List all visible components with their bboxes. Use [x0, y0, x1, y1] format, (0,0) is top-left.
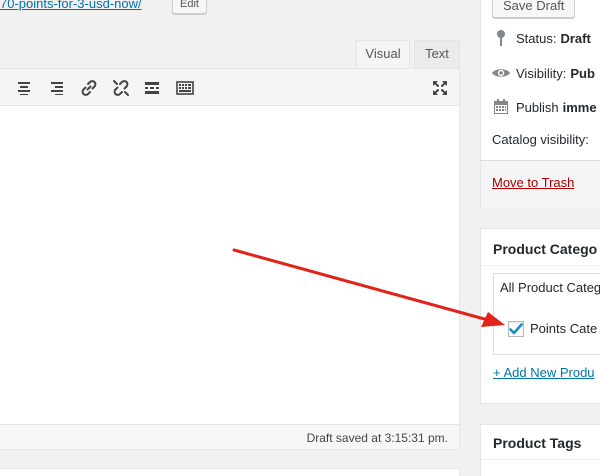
save-draft-button[interactable]: Save Draft [492, 0, 576, 18]
checkmark-icon [509, 323, 523, 335]
visibility-row: Visibility: Pub [491, 63, 595, 83]
move-to-trash-link[interactable]: Move to Trash [492, 175, 574, 190]
publish-value: imme [562, 99, 597, 115]
status-value: Draft [560, 30, 591, 46]
eye-icon [491, 64, 511, 82]
toolbar-toggle-icon[interactable] [175, 78, 195, 98]
publish-box: Save Draft Status: Draft Visibility: Pub… [480, 0, 600, 208]
product-categories-title[interactable]: Product Catego [493, 241, 597, 257]
product-categories-box: Product Catego All Product Categ Points … [480, 228, 600, 404]
tab-text[interactable]: Text [414, 40, 460, 68]
publish-label: Publish [516, 99, 559, 115]
tab-visual[interactable]: Visual [356, 40, 410, 68]
link-icon[interactable] [79, 78, 99, 98]
visibility-label: Visibility: [516, 65, 567, 81]
add-new-category-link[interactable]: + Add New Produ [493, 365, 595, 380]
tab-all-categories[interactable]: All Product Categ [500, 280, 600, 295]
publish-date-row: Publish imme [491, 97, 597, 117]
status-row: Status: Draft [491, 28, 591, 48]
next-metabox [0, 468, 460, 476]
category-item-label[interactable]: Points Cate [530, 321, 597, 336]
unlink-icon[interactable] [111, 78, 131, 98]
catalog-visibility-label: Catalog visibility: [492, 132, 589, 147]
fullscreen-icon[interactable] [430, 78, 450, 98]
major-publishing-actions: Move to Trash [481, 160, 600, 208]
read-more-icon[interactable] [142, 78, 162, 98]
draft-saved-status: Draft saved at 3:15:31 pm. [306, 431, 448, 445]
visibility-value: Pub [570, 65, 595, 81]
permalink-row: 70-points-for-3-usd-now/ Edit [0, 0, 460, 14]
permalink-link[interactable]: 70-points-for-3-usd-now/ [0, 0, 142, 11]
category-tabs-panel: All Product Categ Points Cate [493, 273, 600, 355]
editor-content-area[interactable] [0, 106, 460, 424]
editor-toolbar [0, 68, 460, 106]
product-tags-box: Product Tags [480, 424, 600, 476]
align-right-icon[interactable] [47, 78, 67, 98]
box-divider [481, 265, 600, 266]
box-divider [481, 459, 600, 460]
calendar-icon [491, 98, 511, 116]
pin-icon [491, 29, 511, 47]
category-checkbox[interactable] [508, 321, 524, 337]
product-tags-title[interactable]: Product Tags [493, 435, 581, 451]
status-label: Status: [516, 30, 557, 46]
edit-permalink-button[interactable]: Edit [172, 0, 207, 14]
align-center-icon[interactable] [14, 78, 34, 98]
editor-status-bar: Draft saved at 3:15:31 pm. [0, 424, 460, 450]
